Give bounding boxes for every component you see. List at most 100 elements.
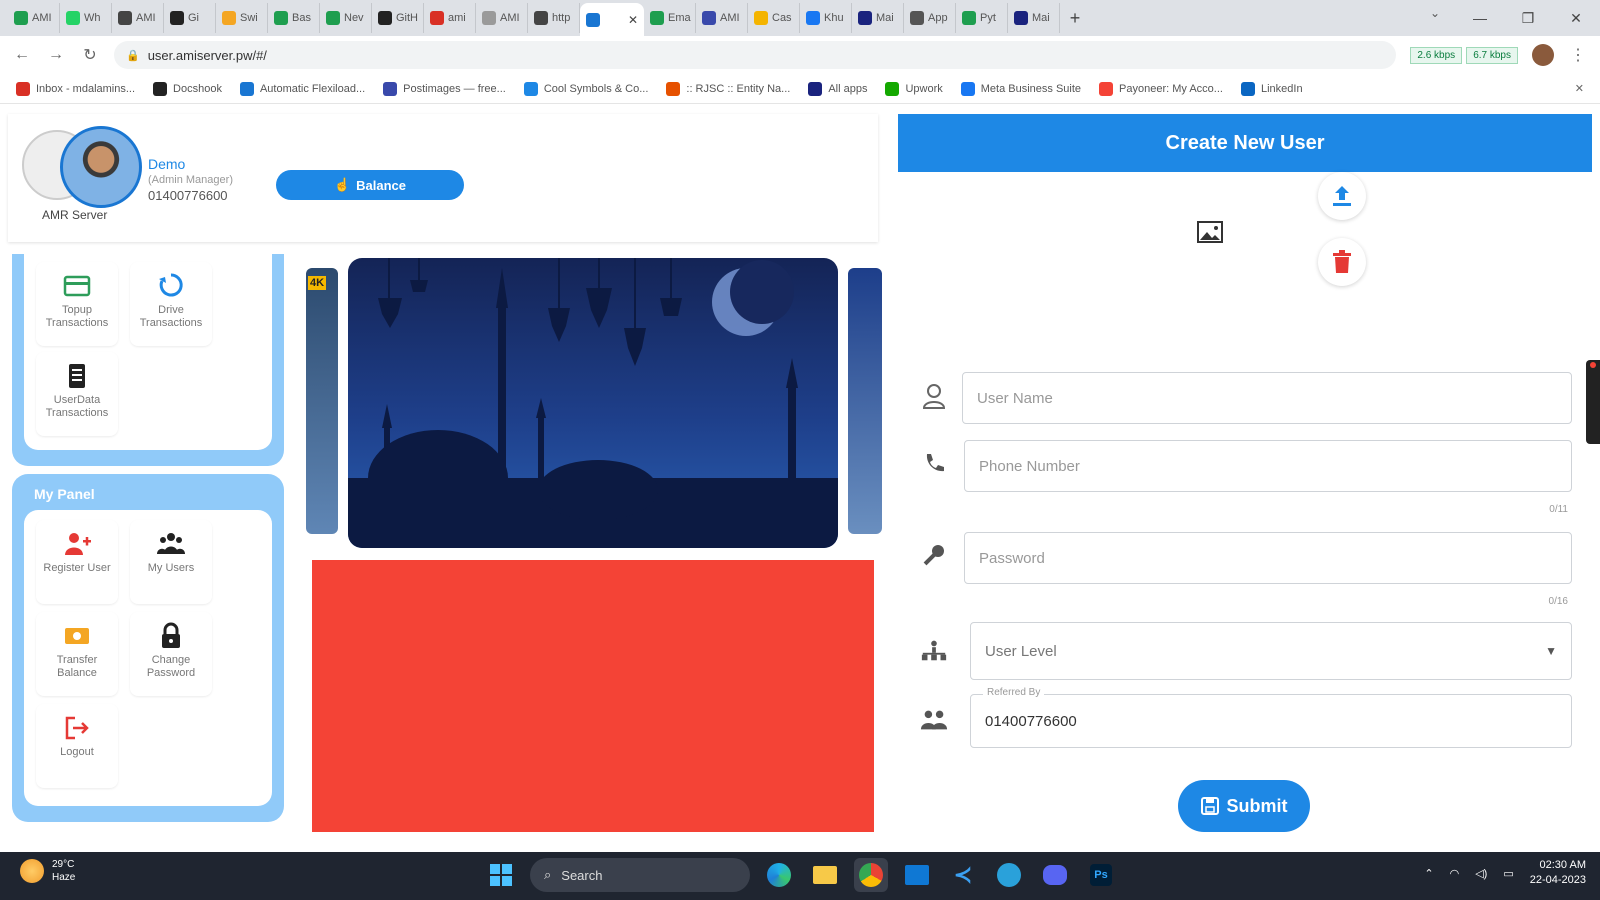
browser-tab[interactable]: Gi <box>164 3 216 33</box>
bookmark-label: Meta Business Suite <box>980 82 1082 95</box>
my-panel: My Panel Register User My Users Transfer B… <box>12 474 284 822</box>
bookmark-item[interactable]: Payoneer: My Acco... <box>1099 81 1223 96</box>
username-input[interactable] <box>977 389 1557 407</box>
password-input[interactable] <box>979 549 1557 567</box>
browser-tab[interactable]: Bas <box>268 3 320 33</box>
user-level-dropdown[interactable]: User Level ▼ <box>985 643 1557 660</box>
speaker-icon[interactable]: ◁) <box>1475 867 1487 880</box>
bookmark-item[interactable]: :: RJSC :: Entity Na... <box>666 81 790 96</box>
browser-tab[interactable]: Ema <box>644 3 696 33</box>
taskbar-search[interactable]: ⌕ Search <box>530 858 750 892</box>
vscode-icon[interactable]: ≺ <box>946 858 980 892</box>
tab-close-icon[interactable]: ✕ <box>628 13 638 27</box>
new-tab-icon[interactable]: + <box>1060 3 1090 33</box>
edge-icon[interactable] <box>762 858 796 892</box>
wifi-icon[interactable]: ◠ <box>1450 867 1460 880</box>
username-field[interactable] <box>962 372 1572 424</box>
panel-tile[interactable]: Register User <box>36 520 118 604</box>
panel-tile[interactable]: UserData Transactions <box>36 352 118 436</box>
browser-tab[interactable]: ✕ <box>580 3 644 36</box>
bookmark-item[interactable]: Upwork <box>885 81 943 96</box>
phone-field[interactable] <box>964 440 1572 492</box>
bookmark-item[interactable]: Cool Symbols & Co... <box>523 81 648 96</box>
bookmark-item[interactable]: All apps <box>808 81 867 96</box>
search-icon: ⌕ <box>544 867 552 882</box>
discord-icon[interactable] <box>1038 858 1072 892</box>
browser-tab[interactable]: Mai <box>1008 3 1060 33</box>
browser-tab[interactable]: AMI <box>112 3 164 33</box>
bookmark-item[interactable]: LinkedIn <box>1240 81 1303 96</box>
bookmark-item[interactable]: Meta Business Suite <box>960 81 1082 96</box>
back-icon[interactable]: ← <box>12 46 32 64</box>
bookmark-item[interactable]: Inbox - mdalamins... <box>16 81 135 96</box>
carousel-prev-slide[interactable]: 4K <box>306 268 338 534</box>
transactions-panel: Topup Transactions Drive Transactions User… <box>12 254 284 466</box>
browser-tab[interactable]: Swi <box>216 3 268 33</box>
bookmark-item[interactable]: Docshook <box>153 81 222 96</box>
tray-chevron-icon[interactable]: ⌃ <box>1424 867 1433 880</box>
carousel-next-slide[interactable] <box>848 268 882 534</box>
browser-tab[interactable]: Nev <box>320 3 372 33</box>
close-window-icon[interactable]: ✕ <box>1552 0 1600 36</box>
referred-by-input[interactable] <box>985 712 1557 730</box>
tab-search-chevron-icon[interactable]: ⌄ <box>1430 6 1440 20</box>
browser-tab[interactable]: Khu <box>800 3 852 33</box>
phone-input[interactable] <box>979 457 1557 475</box>
tab-favicon-icon <box>910 11 924 25</box>
user-level-select[interactable]: User Level ▼ <box>970 622 1572 680</box>
browser-tab[interactable]: AMI <box>8 3 60 33</box>
panel-tile[interactable]: Transfer Balance <box>36 612 118 696</box>
battery-icon[interactable]: ▭ <box>1503 867 1513 880</box>
photoshop-icon[interactable]: Ps <box>1084 858 1118 892</box>
upload-icon <box>1333 186 1351 206</box>
tab-title: AMI <box>136 12 156 24</box>
browser-tab[interactable]: App <box>904 3 956 33</box>
chrome-icon[interactable] <box>854 858 888 892</box>
password-field[interactable] <box>964 532 1572 584</box>
browser-profile-avatar[interactable] <box>1532 44 1554 66</box>
forward-icon[interactable]: → <box>46 46 66 64</box>
bookmark-item[interactable]: Postimages — free... <box>383 81 506 96</box>
reload-icon[interactable]: ↻ <box>80 45 100 65</box>
bookmark-item[interactable]: Automatic Flexiload... <box>239 81 365 96</box>
minimize-icon[interactable]: — <box>1456 0 1504 36</box>
weather-sun-icon <box>20 859 44 883</box>
submit-button[interactable]: Submit <box>1178 780 1310 832</box>
outlook-icon[interactable] <box>900 858 934 892</box>
tab-favicon-icon <box>534 11 548 25</box>
tab-title: http <box>552 12 571 24</box>
browser-tab[interactable]: ami <box>424 3 476 33</box>
browser-tab[interactable]: AMI <box>476 3 528 33</box>
windows-start-icon[interactable] <box>484 858 518 892</box>
balance-button[interactable]: ☝ Balance <box>276 170 464 200</box>
carousel-main-slide[interactable] <box>348 258 838 548</box>
file-explorer-icon[interactable] <box>808 858 842 892</box>
side-extension-badge[interactable] <box>1586 360 1600 444</box>
clock[interactable]: 02:30 AM 22-04-2023 <box>1530 858 1586 888</box>
weather-widget[interactable]: 29°C Haze <box>20 858 75 884</box>
promo-banner[interactable] <box>312 560 874 832</box>
user-avatar[interactable] <box>60 126 142 208</box>
browser-menu-icon[interactable]: ⋮ <box>1568 45 1588 65</box>
panel-tile[interactable]: My Users <box>130 520 212 604</box>
browser-tab[interactable]: Mai <box>852 3 904 33</box>
browser-tab[interactable]: Pyt <box>956 3 1008 33</box>
panel-tile[interactable]: Change Password <box>130 612 212 696</box>
bookmarks-close-icon[interactable]: ✕ <box>1575 82 1584 95</box>
browser-tab[interactable]: GitH <box>372 3 424 33</box>
panel-tile[interactable]: Drive Transactions <box>130 262 212 346</box>
browser-tab[interactable]: AMI <box>696 3 748 33</box>
browser-tab[interactable]: http <box>528 3 580 33</box>
url-bar[interactable]: 🔒 user.amiserver.pw/#/ <box>114 41 1397 69</box>
telegram-icon[interactable] <box>992 858 1026 892</box>
upload-speed: 2.6 kbps <box>1410 46 1463 64</box>
tab-title: ami <box>448 12 466 24</box>
delete-photo-button[interactable] <box>1318 238 1366 286</box>
panel-tile[interactable]: Logout <box>36 704 118 788</box>
panel-tile[interactable]: Topup Transactions <box>36 262 118 346</box>
browser-tab[interactable]: Wh <box>60 3 112 33</box>
upload-photo-button[interactable] <box>1318 172 1366 220</box>
referred-by-field[interactable]: Referred By <box>970 687 1572 748</box>
restore-icon[interactable]: ❐ <box>1504 0 1552 36</box>
browser-tab[interactable]: Cas <box>748 3 800 33</box>
